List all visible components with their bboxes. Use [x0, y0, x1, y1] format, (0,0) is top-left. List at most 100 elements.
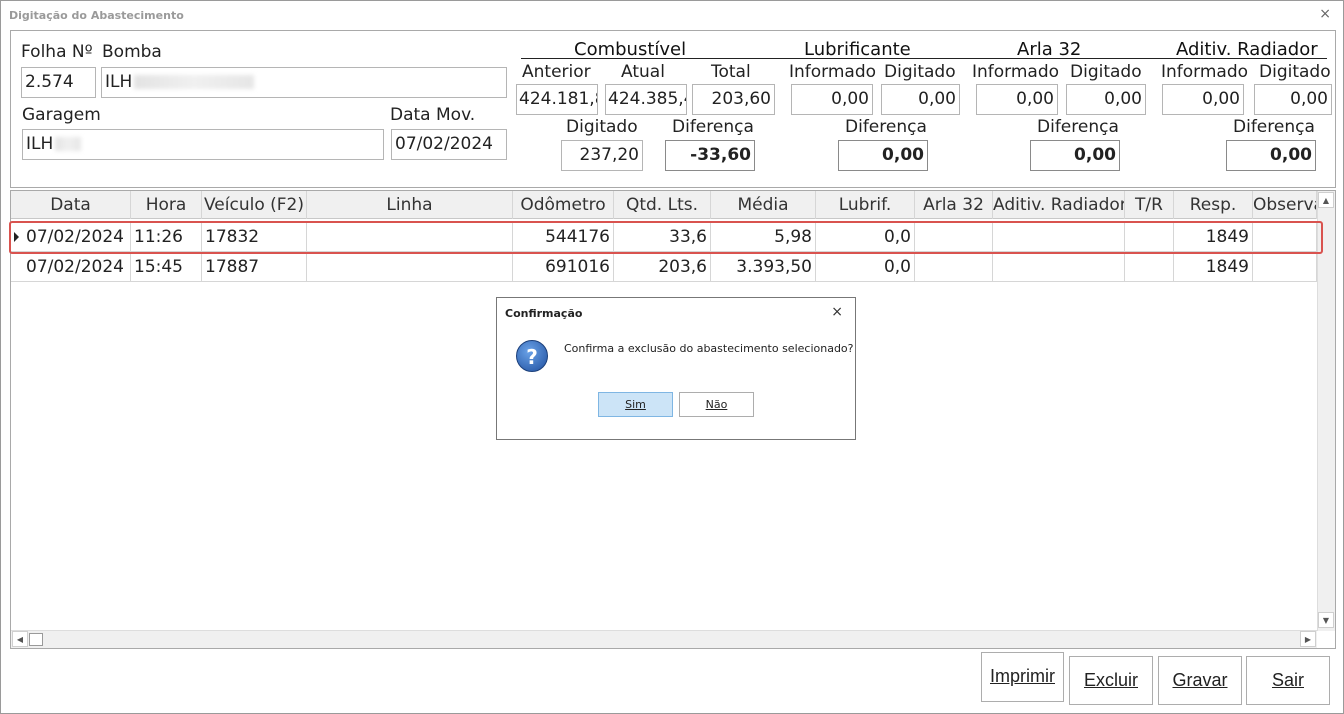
cell-tr[interactable] — [1125, 222, 1174, 252]
col-header-aditiv[interactable]: Aditiv. Radiador — [993, 191, 1125, 219]
cell-aditiv[interactable] — [993, 222, 1125, 252]
sair-button[interactable]: Sair — [1246, 656, 1330, 705]
aditiv-heading: Aditiv. Radiador — [1176, 39, 1318, 60]
aditiv-informado-input[interactable]: 0,00 — [1162, 84, 1244, 115]
arla-heading: Arla 32 — [1017, 39, 1082, 60]
imprimir-button[interactable]: Imprimir — [981, 652, 1064, 702]
col-header-lubrif[interactable]: Lubrif. — [816, 191, 915, 219]
col-header-media[interactable]: Média — [711, 191, 816, 219]
window-title: Digitação do Abastecimento — [9, 9, 184, 22]
col-header-observacao[interactable]: Observação — [1253, 191, 1317, 219]
cell-linha[interactable] — [307, 222, 513, 252]
atual-value: 424.385,4 — [608, 89, 687, 109]
data-mov-label: Data Mov. — [390, 105, 476, 125]
redacted-text — [55, 137, 82, 151]
garagem-input[interactable]: ILH — [22, 129, 384, 160]
col-header-resp[interactable]: Resp. — [1174, 191, 1253, 219]
scroll-down-icon[interactable]: ▼ — [1318, 612, 1334, 628]
arla-digitado-input[interactable]: 0,00 — [1066, 84, 1146, 115]
comb-digitado-value: 237,20 — [579, 145, 639, 165]
cell-veiculo[interactable]: 17887 — [202, 252, 307, 282]
lub-diferenca-input: 0,00 — [838, 140, 928, 171]
scroll-right-icon[interactable]: ▶ — [1300, 631, 1316, 647]
col-header-veiculo[interactable]: Veículo (F2) — [202, 191, 307, 219]
horizontal-scroll-thumb[interactable] — [29, 633, 43, 646]
scroll-up-icon[interactable]: ▲ — [1318, 192, 1334, 208]
scroll-left-icon[interactable]: ◀ — [12, 631, 28, 647]
dialog-title: Confirmação — [505, 307, 583, 320]
lub-digitado-input[interactable]: 0,00 — [881, 84, 960, 115]
garagem-label: Garagem — [22, 105, 101, 125]
dialog-close-icon[interactable]: × — [831, 304, 843, 320]
aditiv-digitado-input[interactable]: 0,00 — [1254, 84, 1332, 115]
cell-hora[interactable]: 11:26 — [131, 222, 202, 252]
cell-veiculo[interactable]: 17832 — [202, 222, 307, 252]
cell-arla[interactable] — [915, 222, 993, 252]
cell-qtd-lts[interactable]: 203,6 — [614, 252, 711, 282]
cell-lubrif[interactable]: 0,0 — [816, 222, 915, 252]
folha-value: 2.574 — [25, 72, 74, 92]
cell-odometro[interactable]: 544176 — [513, 222, 614, 252]
aditiv-diferenca-input: 0,00 — [1226, 140, 1316, 171]
folha-input[interactable]: 2.574 — [21, 67, 96, 98]
cell-data[interactable]: 07/02/2024 — [23, 222, 131, 252]
window-close-icon[interactable]: × — [1319, 6, 1331, 22]
gravar-button[interactable]: Gravar — [1158, 656, 1242, 705]
bomba-value: ILH — [105, 72, 133, 92]
comb-digitado-input[interactable]: 237,20 — [561, 140, 643, 171]
anterior-input[interactable]: 424.181,80 — [516, 84, 598, 115]
cell-observacao[interactable] — [1253, 222, 1317, 252]
horizontal-scrollbar[interactable]: ◀ ▶ — [11, 630, 1317, 648]
bomba-input[interactable]: ILH — [101, 67, 507, 98]
total-input[interactable]: 203,60 — [692, 84, 775, 115]
cell-hora[interactable]: 15:45 — [131, 252, 202, 282]
cell-data[interactable]: 07/02/2024 — [23, 252, 131, 282]
arla-digitado-value: 0,00 — [1104, 89, 1142, 109]
col-header-linha[interactable]: Linha — [307, 191, 513, 219]
cell-tr[interactable] — [1125, 252, 1174, 282]
arla-informado-value: 0,00 — [1016, 89, 1054, 109]
table-row[interactable]: 07/02/2024 15:45 17887 691016 203,6 3.39… — [11, 252, 1317, 282]
cell-odometro[interactable]: 691016 — [513, 252, 614, 282]
cell-observacao[interactable] — [1253, 252, 1317, 282]
excluir-button[interactable]: Excluir — [1069, 656, 1153, 705]
cell-media[interactable]: 5,98 — [711, 222, 816, 252]
cell-aditiv[interactable] — [993, 252, 1125, 282]
aditiv-informado-value: 0,00 — [1202, 89, 1240, 109]
cell-arla[interactable] — [915, 252, 993, 282]
col-header-qtd-lts[interactable]: Qtd. Lts. — [614, 191, 711, 219]
col-header-odometro[interactable]: Odômetro — [513, 191, 614, 219]
lub-diferenca-label: Diferença — [845, 117, 927, 137]
cell-linha[interactable] — [307, 252, 513, 282]
aditiv-diferenca-label: Diferença — [1233, 117, 1315, 137]
fueling-entry-window: Digitação do Abastecimento × Folha Nº 2.… — [0, 0, 1344, 714]
cell-resp[interactable]: 1849 — [1174, 222, 1253, 252]
no-button[interactable]: Não — [679, 392, 754, 417]
cell-lubrif[interactable]: 0,0 — [816, 252, 915, 282]
cell-qtd-lts[interactable]: 33,6 — [614, 222, 711, 252]
garagem-value: ILH — [26, 134, 54, 154]
col-header-tr[interactable]: T/R — [1125, 191, 1174, 219]
col-header-hora[interactable]: Hora — [131, 191, 202, 219]
lub-informado-input[interactable]: 0,00 — [791, 84, 873, 115]
data-mov-value: 07/02/2024 — [395, 134, 493, 154]
yes-button[interactable]: Sim — [598, 392, 673, 417]
arla-informado-input[interactable]: 0,00 — [976, 84, 1058, 115]
vertical-scrollbar[interactable]: ▲ ▼ — [1317, 191, 1335, 631]
total-label: Total — [711, 62, 751, 82]
table-row[interactable]: 07/02/2024 11:26 17832 544176 33,6 5,98 … — [11, 222, 1317, 252]
section-underline — [521, 58, 1327, 59]
anterior-label: Anterior — [522, 62, 591, 82]
dialog-message: Confirma a exclusão do abastecimento sel… — [564, 342, 854, 355]
grid-header: Data Hora Veículo (F2) Linha Odômetro Qt… — [11, 191, 1317, 219]
cell-resp[interactable]: 1849 — [1174, 252, 1253, 282]
data-mov-input[interactable]: 07/02/2024 — [391, 129, 507, 160]
lubrificante-heading: Lubrificante — [804, 39, 911, 60]
arla-diferenca-value: 0,00 — [1074, 145, 1116, 165]
col-header-data[interactable]: Data — [11, 191, 131, 219]
cell-media[interactable]: 3.393,50 — [711, 252, 816, 282]
col-header-arla[interactable]: Arla 32 — [915, 191, 993, 219]
anterior-value: 424.181,80 — [519, 89, 597, 109]
atual-input[interactable]: 424.385,4 — [605, 84, 687, 115]
comb-digitado-label: Digitado — [566, 117, 638, 137]
